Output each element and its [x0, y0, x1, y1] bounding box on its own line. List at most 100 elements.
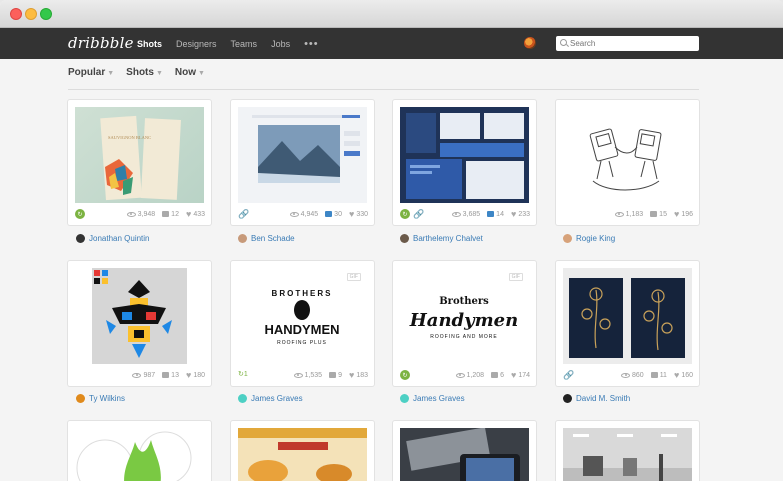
shot-thumbnail[interactable]: SAUVIGNON BLANC	[75, 107, 204, 203]
views-value: 1,183	[625, 210, 644, 218]
nav-item-jobs[interactable]: Jobs	[271, 39, 290, 49]
comment-icon	[329, 372, 337, 378]
views-value: 3,948	[137, 210, 156, 218]
app-ui-artwork	[238, 107, 367, 203]
comments-count[interactable]: 9	[329, 372, 342, 379]
likes-count[interactable]: ♥ 160	[674, 370, 693, 380]
shot-thumbnail[interactable]	[563, 107, 692, 203]
zoom-window-button[interactable]	[40, 8, 52, 20]
brothers-handymen-logo: BROTHERS HANDYMEN ROOFING PLUS	[264, 289, 339, 346]
shot-card[interactable]: 🔗 4,945 30 ♥ 330	[231, 100, 374, 225]
search-box[interactable]	[556, 36, 699, 51]
likes-value: 196	[681, 210, 693, 218]
more-menu-button[interactable]: •••	[304, 38, 319, 50]
shot-author[interactable]: James Graves	[400, 392, 465, 404]
green-flame-artwork	[76, 431, 192, 481]
shot-thumbnail[interactable]	[92, 268, 187, 364]
chevron-down-icon: ▼	[198, 70, 205, 77]
comments-count[interactable]: 6	[491, 372, 504, 379]
studio-photo	[563, 428, 692, 481]
dribbble-logo[interactable]: dribbble	[68, 34, 134, 52]
likes-count[interactable]: ♥ 233	[511, 209, 530, 219]
comments-count[interactable]: 11	[650, 372, 667, 379]
filter-time[interactable]: Now ▼	[175, 67, 205, 78]
likes-count[interactable]: ♥ 196	[674, 209, 693, 219]
comments-value: 15	[659, 210, 667, 218]
likes-value: 160	[681, 371, 693, 379]
shot-thumbnail[interactable]: BROTHERS HANDYMEN ROOFING PLUS	[238, 268, 367, 364]
shot-card[interactable]: SAUVIGNON BLANC ↻ 3,948 12 ♥ 433	[68, 100, 211, 225]
comments-count[interactable]: 13	[162, 372, 179, 379]
author-avatar	[400, 393, 409, 403]
chevron-down-icon: ▼	[107, 70, 115, 77]
shot-thumbnail[interactable]	[400, 107, 529, 203]
comments-count[interactable]: 30	[325, 211, 342, 218]
comments-count[interactable]: 14	[487, 211, 504, 218]
shot-stats: 3,948 12 ♥ 433	[68, 208, 211, 220]
comments-value: 13	[171, 371, 179, 379]
shot-card[interactable]	[68, 421, 211, 481]
likes-count[interactable]: ♥ 174	[511, 370, 530, 380]
shot-author[interactable]: Jonathan Quintin	[76, 232, 150, 244]
likes-count[interactable]: ♥ 330	[348, 208, 368, 219]
filter-shots[interactable]: Shots ▼	[126, 67, 163, 78]
heart-icon: ♥	[348, 208, 355, 219]
shot-author[interactable]: Ben Schade	[238, 232, 295, 244]
comment-icon	[650, 211, 658, 217]
filter-popular[interactable]: Popular ▼	[68, 67, 114, 78]
author-name: Rogie King	[576, 233, 616, 243]
views-value: 860	[632, 371, 644, 379]
shot-card[interactable]: 987 13 ♥ 180	[68, 261, 211, 386]
close-window-button[interactable]	[10, 8, 22, 20]
laptop-phone-photo	[400, 428, 529, 481]
eye-icon	[455, 372, 465, 378]
shot-card[interactable]: 1,183 15 ♥ 196	[556, 100, 699, 225]
nav-menu: Shots Designers Teams Jobs •••	[137, 28, 319, 59]
views-count: 860	[621, 372, 644, 379]
shot-author[interactable]: Rogie King	[563, 232, 615, 244]
filter-label: Shots	[126, 67, 154, 78]
likes-count[interactable]: ♥ 180	[186, 370, 205, 380]
comment-icon	[650, 372, 658, 378]
shot-thumbnail[interactable]	[563, 268, 692, 364]
shot-card[interactable]: 🔗 860 11 ♥ 160	[556, 261, 699, 386]
top-navbar: dribbble Shots Designers Teams Jobs •••	[0, 28, 783, 59]
shot-author[interactable]: James Graves	[238, 392, 303, 404]
likes-count[interactable]: ♥ 433	[186, 209, 205, 219]
author-avatar	[400, 233, 409, 243]
user-avatar[interactable]	[524, 37, 536, 49]
shot-author[interactable]: David M. Smith	[563, 392, 630, 404]
likes-count[interactable]: ♥ 183	[349, 370, 368, 380]
chevron-down-icon: ▼	[155, 70, 163, 77]
views-count: 1,183	[614, 210, 644, 218]
shot-card[interactable]	[393, 421, 536, 481]
wine-label-artwork: SAUVIGNON BLANC	[100, 115, 181, 201]
nav-item-designers[interactable]: Designers	[176, 39, 217, 49]
shot-author[interactable]: Barthelemy Chalvet	[400, 232, 483, 244]
nav-item-teams[interactable]: Teams	[231, 39, 258, 49]
search-input[interactable]	[570, 39, 690, 48]
shot-author[interactable]: Ty Wilkins	[76, 392, 125, 404]
shot-card[interactable]: BROTHERS HANDYMEN ROOFING PLUS GIF ↻1 1,…	[231, 261, 374, 386]
shot-thumbnail[interactable]	[238, 428, 367, 481]
comments-count[interactable]: 15	[650, 211, 667, 218]
food-website-artwork	[238, 428, 367, 481]
author-name: Ty Wilkins	[89, 393, 125, 403]
artwork-text: BROTHERS	[272, 289, 333, 298]
author-avatar	[563, 233, 572, 243]
shot-thumbnail[interactable]: Brothers Handymen ROOFING AND MORE	[400, 268, 529, 364]
shot-thumbnail[interactable]	[563, 428, 692, 481]
minimize-window-button[interactable]	[25, 8, 37, 20]
shot-thumbnail[interactable]	[75, 428, 204, 481]
shot-thumbnail[interactable]	[238, 107, 367, 203]
floral-posters-artwork	[563, 268, 692, 364]
comments-count[interactable]: 12	[162, 211, 179, 218]
author-name: James Graves	[251, 393, 303, 403]
shot-thumbnail[interactable]	[400, 428, 529, 481]
shot-card[interactable]: Brothers Handymen ROOFING AND MORE GIF ↻…	[393, 261, 536, 386]
nav-item-shots[interactable]: Shots	[137, 39, 162, 49]
shot-card[interactable]: ↻ 🔗 3,685 14 ♥ 233	[393, 100, 536, 225]
filter-label: Popular	[68, 67, 106, 78]
shot-card[interactable]	[556, 421, 699, 481]
shot-card[interactable]	[231, 421, 374, 481]
